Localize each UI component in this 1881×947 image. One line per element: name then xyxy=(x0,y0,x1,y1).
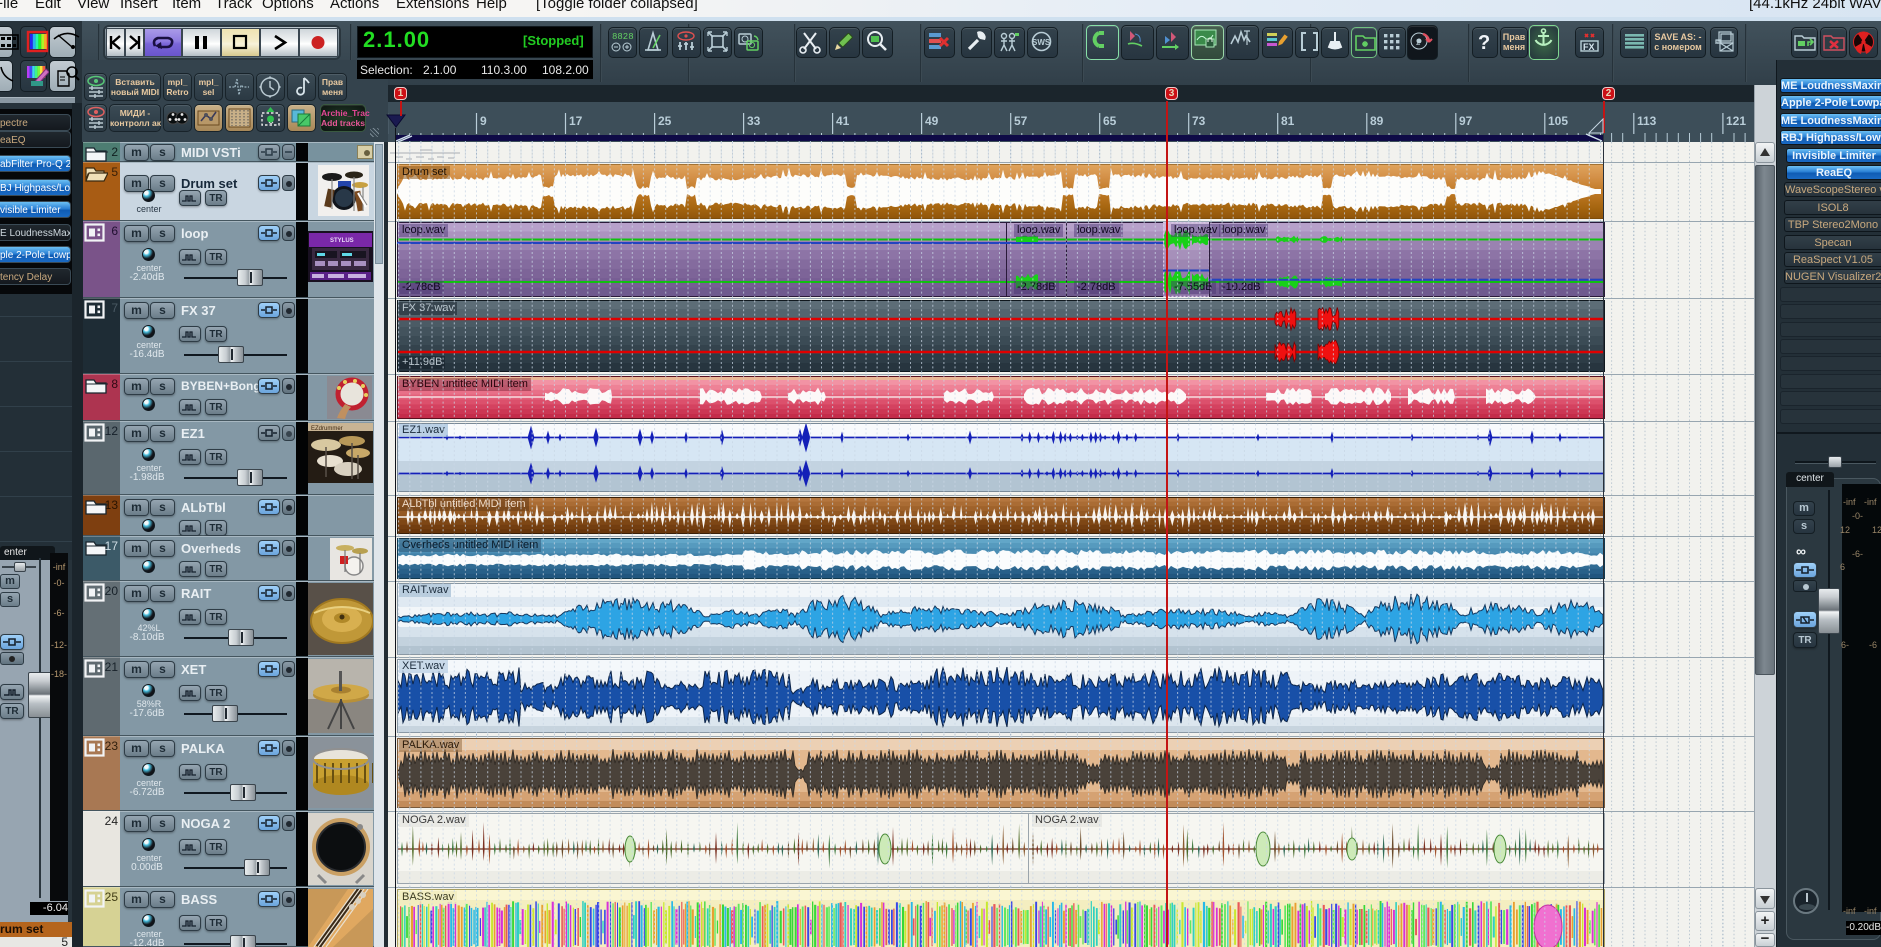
svg-text:8828: 8828 xyxy=(612,32,634,42)
svg-text:SWS: SWS xyxy=(1032,38,1051,47)
svg-text:FX: FX xyxy=(1583,42,1595,52)
svg-text:2: 2 xyxy=(1416,38,1421,47)
svg-text:m: m xyxy=(1715,39,1721,46)
svg-text:EZdrummer: EZdrummer xyxy=(311,426,343,432)
svg-text:?: ? xyxy=(1478,32,1490,54)
svg-text:STYLUS: STYLUS xyxy=(330,238,354,244)
